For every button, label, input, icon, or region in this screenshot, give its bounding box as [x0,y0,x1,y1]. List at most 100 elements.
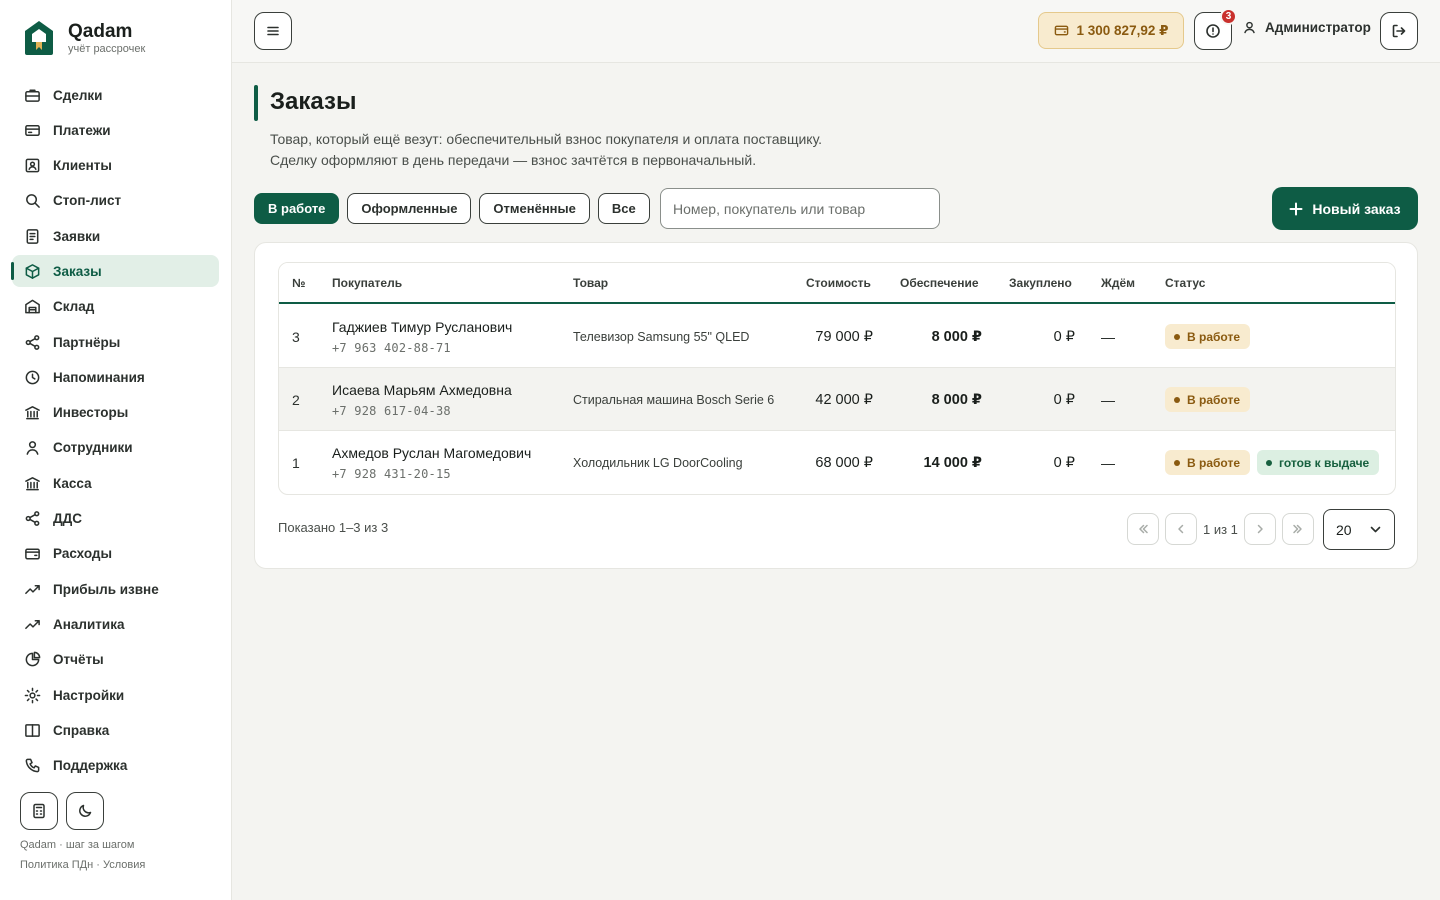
new-order-button[interactable]: Новый заказ [1272,187,1418,230]
column-header-goods[interactable]: Товар [573,276,608,290]
sidebar-item-cashbox[interactable]: Касса [12,467,219,499]
sidebar-item-label: Аналитика [53,616,125,632]
chevron-left-icon [1178,524,1184,534]
user-menu[interactable]: Администратор [1242,20,1371,35]
brand[interactable]: Qadam учёт рассрочек [24,20,145,56]
logout-icon [1392,24,1406,38]
bank-icon [24,404,41,421]
order-status: В работе [1165,324,1250,349]
order-number: 2 [292,392,300,408]
status-label: В работе [1187,455,1240,470]
order-security: 8 000 ₽ [931,329,982,345]
sidebar-item-label: Сделки [53,87,103,103]
search-input[interactable] [660,188,940,229]
sidebar-item-investors[interactable]: Инвесторы [12,397,219,429]
sidebar-item-warehouse[interactable]: Склад [12,291,219,323]
sidebar-item-partners[interactable]: Партнёры [12,326,219,358]
sidebar-item-external-profit[interactable]: Прибыль извне [12,573,219,605]
status-dot-icon [1174,333,1180,340]
first-page-button[interactable] [1127,513,1159,545]
prev-page-button[interactable] [1165,513,1197,545]
buyer-name[interactable]: Гаджиев Тимур Русланович [332,319,512,335]
user-name: Администратор [1265,20,1371,35]
sidebar-item-label: Стоп-лист [53,193,122,209]
column-header-buyer[interactable]: Покупатель [332,276,402,290]
logout-button[interactable] [1380,12,1418,50]
page-size-value: 20 [1336,521,1352,538]
plus-icon [1289,202,1303,215]
column-header-cost[interactable]: Стоимость [806,276,871,290]
table-row[interactable]: 3 Гаджиев Тимур Русланович +7 963 402-88… [279,305,1395,368]
chevron-right-icon [1257,524,1263,534]
sidebar-item-help[interactable]: Справка [12,714,219,746]
filter-tab-cancelled[interactable]: Отменённые [479,193,590,224]
sidebar-item-settings[interactable]: Настройки [12,679,219,711]
chevrons-right-icon [1293,524,1302,534]
sidebar-item-clients[interactable]: Клиенты [12,150,219,182]
goods-name: Стиральная машина Bosch Serie 6 [573,393,775,407]
next-page-button[interactable] [1243,513,1276,545]
sidebar-item-analytics[interactable]: Аналитика [12,608,219,640]
sidebar-item-payments[interactable]: Платежи [12,114,219,146]
sidebar-item-label: Поддержка [53,758,128,774]
filter-tab-completed[interactable]: Оформленные [347,193,472,224]
document-icon [24,228,41,245]
order-number: 1 [292,455,300,471]
order-security: 14 000 ₽ [923,455,982,471]
sidebar-footer-links[interactable]: Политика ПДн · Условия [20,859,145,871]
alerts-button[interactable]: 3 [1194,8,1237,50]
wallet-icon [24,545,41,562]
buyer-name[interactable]: Исаева Марьям Ахмедовна [332,382,512,398]
status-filter-tabs: В работе Оформленные Отменённые Все [254,193,650,224]
page-title: Заказы [270,88,357,115]
sidebar-item-support[interactable]: Поддержка [12,750,219,782]
share-icon [24,510,41,527]
order-security: 8 000 ₽ [931,392,982,408]
goods-name: Холодильник LG DoorCooling [573,456,743,470]
alerts-count-badge: 3 [1220,8,1237,25]
last-page-button[interactable] [1281,513,1314,545]
filter-tab-in-progress[interactable]: В работе [254,193,340,224]
sidebar-item-label: Прибыль извне [53,581,159,597]
buyer-name[interactable]: Ахмедов Руслан Магомедович [332,445,531,461]
hamburger-icon [267,26,279,36]
menu-button[interactable] [254,12,292,50]
status-dot-icon [1266,459,1272,466]
sidebar-item-reports[interactable]: Отчёты [12,644,219,676]
column-header-waiting[interactable]: Ждём [1101,276,1135,290]
sidebar-item-expenses[interactable]: Расходы [12,538,219,570]
calculator-icon [33,803,45,819]
column-header-bought[interactable]: Закуплено [1009,276,1072,290]
sidebar-item-orders[interactable]: Заказы [11,255,219,288]
page-subtitle: Товар, который ещё везут: обеспечительны… [270,129,822,171]
bank-icon [24,475,41,492]
order-bought: 0 ₽ [1053,392,1075,408]
column-header-security[interactable]: Обеспечение [900,276,979,290]
sidebar-item-employees[interactable]: Сотрудники [12,432,219,464]
title-accent-bar [254,85,258,121]
sidebar-item-reminders[interactable]: Напоминания [12,361,219,393]
column-header-status[interactable]: Статус [1165,276,1205,290]
alert-circle-icon [1206,24,1220,38]
page-size-select[interactable]: 20 [1323,509,1395,550]
sidebar-item-requests[interactable]: Заявки [12,220,219,252]
buyer-phone: +7 928 617-04-38 [332,404,451,418]
clock-icon [24,369,41,386]
order-status: В работе [1165,387,1250,412]
user-icon [24,439,41,456]
sidebar-item-deals[interactable]: Сделки [12,79,219,111]
status-badge: В работе [1165,387,1250,412]
orders-card: № Покупатель Товар Стоимость Обеспечение… [254,242,1418,569]
filter-tab-all[interactable]: Все [597,193,650,224]
sidebar-tools [20,792,104,830]
order-cost: 79 000 ₽ [815,329,873,345]
theme-toggle-button[interactable] [66,792,104,830]
order-waiting: — [1101,329,1115,345]
sidebar-item-dds[interactable]: ДДС [12,503,219,535]
phone-icon [24,757,41,774]
table-row[interactable]: 2 Исаева Марьям Ахмедовна +7 928 617-04-… [279,368,1395,431]
balance-badge[interactable]: 1 300 827,92 ₽ [1038,12,1184,49]
calculator-button[interactable] [20,792,58,830]
table-row[interactable]: 1 Ахмедов Руслан Магомедович +7 928 431-… [279,431,1395,494]
sidebar-item-stop-list[interactable]: Стоп-лист [12,185,219,217]
